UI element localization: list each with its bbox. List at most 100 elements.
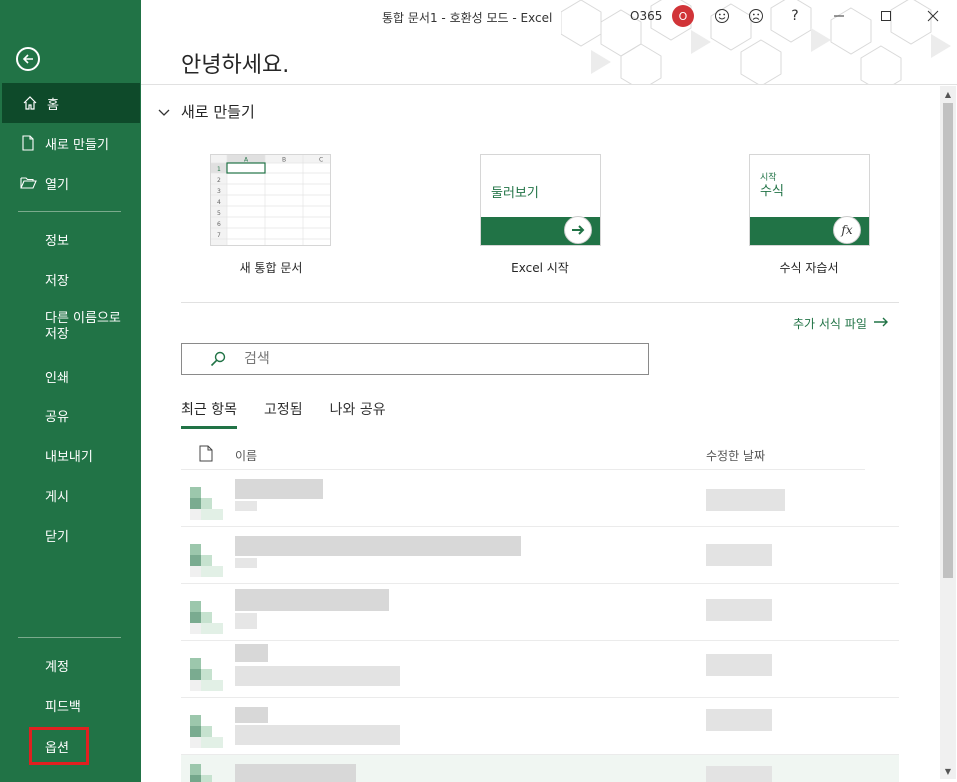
sidebar-item-label: 홈 [47, 97, 59, 113]
title-bar: 통합 문서1 - 호환성 모드 - Excel O365 O ? [141, 0, 957, 84]
svg-text:3: 3 [217, 188, 221, 195]
page-title: 안녕하세요. [181, 53, 290, 78]
file-date-redacted [706, 709, 772, 731]
sidebar-item-share[interactable]: 공유 [0, 395, 141, 435]
excel-file-icon [190, 487, 223, 520]
svg-text:C: C [319, 157, 323, 164]
sidebar-item-label: 피드백 [45, 699, 81, 715]
back-arrow-icon[interactable] [16, 47, 40, 71]
file-row[interactable] [181, 697, 899, 755]
header-divider [141, 84, 957, 85]
more-templates-label: 추가 서식 파일 [793, 316, 867, 331]
search-box[interactable] [181, 343, 649, 375]
sidebar-item-label: 다른 이름으로 저장 [45, 311, 121, 342]
svg-text:1: 1 [217, 166, 221, 173]
tile-caption: 둘러보기 [491, 186, 539, 201]
account-name[interactable]: O365 [630, 9, 662, 23]
row-divider [181, 697, 899, 698]
sidebar-divider [18, 211, 121, 212]
file-row[interactable] [181, 640, 899, 698]
close-icon[interactable] [924, 7, 942, 25]
sidebar-item-open[interactable]: 열기 [0, 163, 141, 203]
template-label[interactable]: 새 통합 문서 [191, 259, 351, 276]
scroll-up-icon[interactable]: ▲ [940, 86, 956, 102]
scrollbar-thumb[interactable] [943, 103, 953, 578]
more-templates-link[interactable]: 추가 서식 파일 [793, 314, 889, 332]
file-path-redacted [235, 666, 400, 686]
smile-feedback-icon[interactable] [713, 7, 731, 25]
template-label[interactable]: Excel 시작 [460, 259, 620, 276]
excel-file-icon [190, 764, 212, 782]
sidebar-divider [18, 637, 121, 638]
new-document-icon [19, 134, 37, 152]
avatar[interactable]: O [672, 5, 694, 27]
file-date-redacted [706, 766, 772, 782]
tab-recent[interactable]: 최근 항목 [181, 399, 237, 429]
sidebar-item-label: 저장 [45, 273, 69, 289]
sidebar-item-save-as[interactable]: 다른 이름으로 저장 [0, 308, 141, 348]
minimize-icon[interactable] [830, 7, 848, 25]
excel-file-icon [190, 544, 223, 577]
fx-icon: fx [833, 216, 861, 244]
file-row[interactable] [181, 526, 899, 584]
arrow-right-icon [873, 314, 889, 332]
sidebar-item-publish[interactable]: 게시 [0, 475, 141, 515]
sidebar-item-new[interactable]: 새로 만들기 [0, 123, 141, 163]
svg-text:2: 2 [217, 177, 221, 184]
row-divider [181, 583, 899, 584]
file-date-redacted [706, 544, 772, 566]
row-divider [181, 640, 899, 641]
svg-text:7: 7 [217, 232, 221, 239]
sidebar-item-info[interactable]: 정보 [0, 219, 141, 259]
excel-file-icon [190, 658, 223, 691]
file-row[interactable] [181, 754, 899, 782]
file-tabs: 최근 항목 고정됨 나와 공유 [181, 399, 413, 429]
sidebar-item-label: 정보 [45, 233, 69, 249]
section-divider [181, 302, 899, 303]
section-title: 새로 만들기 [181, 103, 255, 121]
sidebar-item-label: 닫기 [45, 529, 69, 545]
arrow-right-icon [564, 216, 592, 244]
sidebar-item-label: 새로 만들기 [45, 137, 109, 153]
file-date-redacted [706, 489, 785, 511]
column-name[interactable]: 이름 [235, 447, 257, 464]
new-section-header[interactable]: 새로 만들기 [158, 101, 255, 122]
sidebar-item-account[interactable]: 계정 [0, 645, 141, 685]
sidebar-item-home[interactable]: 홈 [2, 83, 140, 123]
scroll-down-icon[interactable]: ▼ [940, 763, 956, 779]
vertical-scrollbar[interactable]: ▲ ▼ [940, 86, 956, 779]
file-name-redacted [235, 707, 268, 723]
row-divider [181, 469, 865, 470]
sheet-preview-icon: A B C 123 4567 [211, 155, 330, 245]
sidebar-item-print[interactable]: 인쇄 [0, 356, 141, 396]
file-path-redacted [235, 613, 257, 629]
file-date-redacted [706, 654, 772, 676]
column-date-modified[interactable]: 수정한 날짜 [706, 447, 765, 464]
maximize-icon[interactable] [877, 7, 895, 25]
template-excel-tour[interactable]: 둘러보기 [480, 154, 601, 246]
file-path-redacted [235, 725, 400, 745]
tab-pinned[interactable]: 고정됨 [264, 399, 303, 429]
sidebar-item-label: 인쇄 [45, 370, 69, 386]
template-label[interactable]: 수식 자습서 [729, 259, 889, 276]
sidebar-item-feedback[interactable]: 피드백 [0, 685, 141, 725]
sidebar-item-export[interactable]: 내보내기 [0, 435, 141, 475]
row-divider [181, 526, 899, 527]
sidebar-item-label: 계정 [45, 659, 69, 675]
sidebar-item-close[interactable]: 닫기 [0, 515, 141, 555]
sidebar-item-label: 게시 [45, 489, 69, 505]
template-blank-workbook[interactable]: A B C 123 4567 [210, 154, 331, 246]
svg-text:B: B [282, 157, 286, 164]
file-row[interactable] [181, 583, 899, 641]
frown-feedback-icon[interactable] [747, 7, 765, 25]
file-list-header: 이름 수정한 날짜 [181, 444, 899, 468]
search-input[interactable] [244, 351, 604, 367]
folder-open-icon [19, 174, 37, 192]
file-row[interactable] [181, 469, 899, 527]
file-name-redacted [235, 644, 268, 662]
tab-shared[interactable]: 나와 공유 [330, 399, 386, 429]
template-formula-tutorial[interactable]: 시작 수식 fx [749, 154, 870, 246]
help-icon[interactable]: ? [786, 7, 804, 25]
tile-caption: 수식 [760, 184, 784, 199]
sidebar-item-save[interactable]: 저장 [0, 259, 141, 299]
